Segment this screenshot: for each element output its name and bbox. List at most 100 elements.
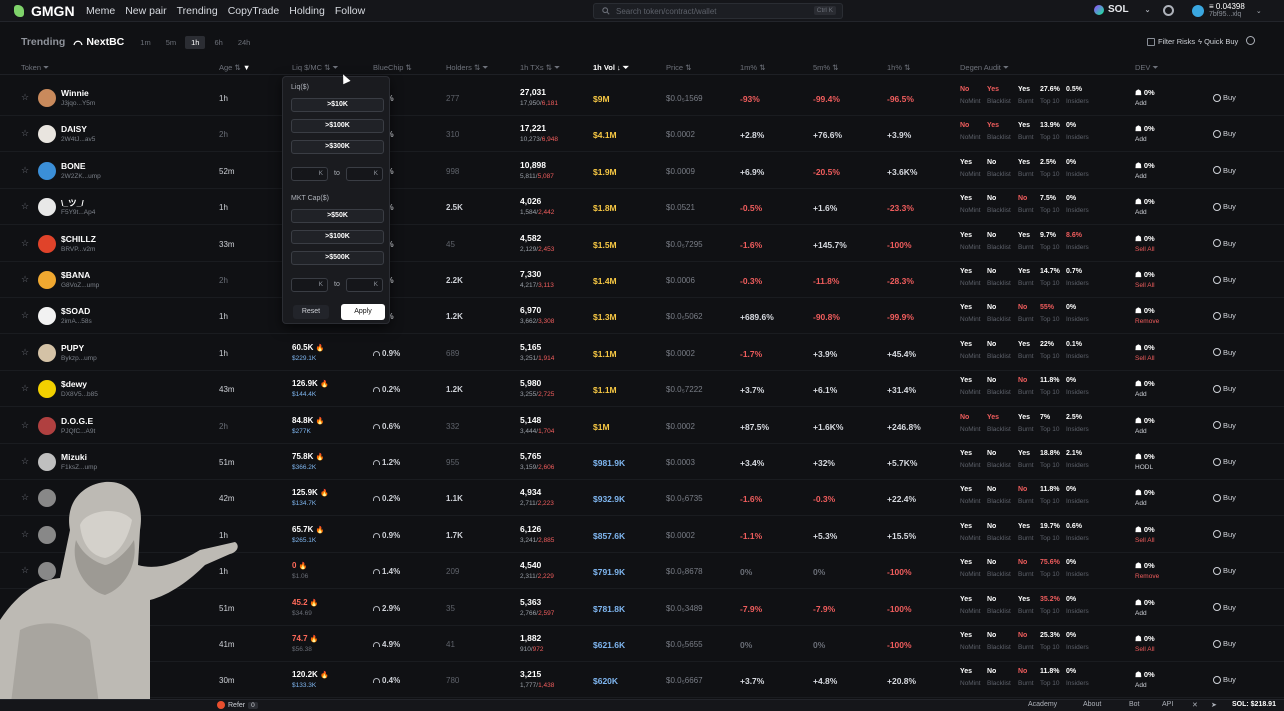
col-price[interactable]: Price ⇅ bbox=[666, 63, 691, 72]
chain-selector[interactable]: SOL ⌄ bbox=[1094, 4, 1150, 15]
token-avatar[interactable] bbox=[38, 234, 56, 253]
col-1m[interactable]: 1m% ⇅ bbox=[740, 63, 765, 72]
star-icon[interactable]: ☆ bbox=[21, 384, 29, 393]
mc-min-input[interactable]: K bbox=[291, 278, 328, 292]
sort-icon[interactable]: ⇅ bbox=[324, 63, 330, 72]
table-row[interactable]: ☆ Winnie J3jqo...Y5m 1h 4% 277 27,031 17… bbox=[0, 80, 1284, 116]
trending-title[interactable]: Trending bbox=[21, 36, 65, 48]
liq-option-100k[interactable]: >$100K bbox=[291, 119, 384, 133]
link-api[interactable]: API bbox=[1162, 701, 1173, 708]
buy-button[interactable]: Buy bbox=[1213, 275, 1236, 284]
twitter-x-icon[interactable]: ✕ bbox=[1192, 701, 1198, 709]
sort-icon[interactable]: ⇅ bbox=[234, 63, 240, 72]
token-name[interactable]: DAISY bbox=[61, 124, 87, 134]
buy-button[interactable]: Buy bbox=[1213, 530, 1236, 539]
checkbox-icon[interactable] bbox=[1147, 37, 1155, 46]
liq-option-10k[interactable]: >$10K bbox=[291, 98, 384, 112]
table-row[interactable]: ☆ DAISY 2W4tJ...av5 2h 3% 310 17,221 10,… bbox=[0, 116, 1284, 153]
token-avatar[interactable] bbox=[38, 307, 56, 326]
buy-button[interactable]: Buy bbox=[1213, 239, 1236, 248]
liq-option-300k[interactable]: >$300K bbox=[291, 140, 384, 154]
tab-nextbc[interactable]: NextBC bbox=[73, 36, 124, 48]
table-row[interactable]: ☆ D.O.G.E PJQfC...A9t 2h 84.8K 🔥 $277K 0… bbox=[0, 408, 1284, 444]
buy-button[interactable]: Buy bbox=[1213, 421, 1236, 430]
token-address[interactable]: J3jqo...Y5m bbox=[61, 100, 95, 107]
col-vol[interactable]: 1h Vol ↓ ⏷ bbox=[593, 63, 629, 73]
nav-follow[interactable]: Follow bbox=[335, 5, 365, 17]
filter-risks-toggle[interactable]: Filter Risks bbox=[1147, 37, 1195, 46]
col-token[interactable]: Token ⏷ bbox=[21, 63, 49, 73]
buy-button[interactable]: Buy bbox=[1213, 639, 1236, 648]
timeframe-5m[interactable]: 5m bbox=[160, 36, 182, 49]
settings-icon[interactable] bbox=[1246, 36, 1255, 45]
mc-option-100k[interactable]: >$100K bbox=[291, 230, 384, 244]
mc-option-500k[interactable]: >$500K bbox=[291, 251, 384, 265]
token-name[interactable]: $dewy bbox=[61, 379, 87, 389]
buy-button[interactable]: Buy bbox=[1213, 566, 1236, 575]
token-name[interactable]: D.O.G.E bbox=[61, 416, 93, 426]
token-avatar[interactable] bbox=[38, 89, 56, 107]
token-name[interactable]: Winnie bbox=[61, 88, 89, 98]
col-holders[interactable]: Holders ⇅ ⏷ bbox=[446, 63, 488, 73]
filter-icon[interactable]: ⏷ bbox=[482, 63, 488, 72]
col-liq-mc[interactable]: Liq $/MC ⇅ ⏷ bbox=[292, 63, 339, 73]
sort-icon[interactable]: ⇅ bbox=[832, 63, 838, 72]
buy-button[interactable]: Buy bbox=[1213, 129, 1236, 138]
token-address[interactable]: PJQfC...A9t bbox=[61, 428, 95, 435]
buy-button[interactable]: Buy bbox=[1213, 457, 1236, 466]
buy-button[interactable]: Buy bbox=[1213, 93, 1236, 102]
star-icon[interactable]: ☆ bbox=[21, 93, 29, 102]
star-icon[interactable]: ☆ bbox=[21, 311, 29, 320]
star-icon[interactable]: ☆ bbox=[21, 129, 29, 138]
table-row[interactable]: ☆ $CHILLZ BRVP...v2m 33m 2% 45 4,582 2,1… bbox=[0, 226, 1284, 262]
token-avatar[interactable] bbox=[38, 380, 56, 399]
buy-button[interactable]: Buy bbox=[1213, 384, 1236, 393]
quick-buy-button[interactable]: ϟ Quick Buy bbox=[1198, 37, 1238, 46]
mc-option-50k[interactable]: >$50K bbox=[291, 209, 384, 223]
table-row[interactable]: ☆ \_ツ_/ F5Y9t...Ap4 1h 0% 2.5K 4,026 1,5… bbox=[0, 189, 1284, 226]
token-avatar[interactable] bbox=[38, 198, 56, 217]
col-txs[interactable]: 1h TXs ⇅ ⏷ bbox=[520, 63, 560, 73]
col-1h[interactable]: 1h% ⇅ bbox=[887, 63, 910, 72]
timeframe-1h[interactable]: 1h bbox=[185, 35, 206, 49]
buy-button[interactable]: Buy bbox=[1213, 348, 1236, 357]
gear-icon[interactable] bbox=[1163, 5, 1174, 16]
timeframe-1m[interactable]: 1m bbox=[134, 36, 156, 49]
telegram-icon[interactable]: ➤ bbox=[1211, 701, 1217, 709]
buy-button[interactable]: Buy bbox=[1213, 493, 1236, 502]
token-address[interactable]: 2W2ZK...ump bbox=[61, 173, 101, 180]
liq-min-input[interactable]: K bbox=[291, 167, 328, 181]
token-name[interactable]: BONE bbox=[61, 161, 86, 171]
col-dev[interactable]: DEV ⏷ bbox=[1135, 63, 1159, 73]
nav-copytrade[interactable]: CopyTrade bbox=[228, 5, 280, 17]
buy-button[interactable]: Buy bbox=[1213, 166, 1236, 175]
wallet-menu[interactable]: ≡ 0.04398 7bf95...xlq ⌄ bbox=[1192, 2, 1262, 19]
token-name[interactable]: $SOAD bbox=[61, 306, 90, 316]
token-address[interactable]: Bykzp...ump bbox=[61, 355, 97, 362]
nav-meme[interactable]: Meme bbox=[86, 5, 115, 17]
buy-button[interactable]: Buy bbox=[1213, 675, 1236, 684]
star-icon[interactable]: ☆ bbox=[21, 347, 29, 356]
token-name[interactable]: Mizuki bbox=[61, 452, 87, 462]
token-avatar[interactable] bbox=[38, 453, 56, 471]
star-icon[interactable]: ☆ bbox=[21, 275, 29, 284]
search-input[interactable] bbox=[616, 6, 816, 16]
sort-icon[interactable]: ⇅ bbox=[759, 63, 765, 72]
link-academy[interactable]: Academy bbox=[1028, 701, 1057, 708]
table-row[interactable]: ☆ BONE 2W2ZK...ump 52m 3% 998 10,898 5,8… bbox=[0, 153, 1284, 189]
filter-icon[interactable]: ⏷ bbox=[43, 63, 49, 72]
sort-icon[interactable]: ⇅ bbox=[406, 63, 412, 72]
link-bot[interactable]: Bot bbox=[1129, 701, 1140, 708]
brand-logo[interactable]: GMGN bbox=[0, 3, 82, 19]
token-avatar[interactable] bbox=[38, 271, 56, 289]
table-row[interactable]: ☆ $dewy DX8V5...b85 43m 126.9K 🔥 $144.4K… bbox=[0, 371, 1284, 408]
col-audit[interactable]: Degen Audit ⏷ bbox=[960, 63, 1009, 73]
token-avatar[interactable] bbox=[38, 161, 56, 180]
filter-icon[interactable]: ⏷ bbox=[1153, 63, 1159, 72]
timeframe-24h[interactable]: 24h bbox=[232, 36, 257, 49]
token-name[interactable]: $BANA bbox=[61, 270, 90, 280]
reset-button[interactable]: Reset bbox=[293, 305, 329, 319]
filter-icon[interactable]: ⏷ bbox=[333, 63, 339, 72]
refer-button[interactable]: Refer 0 bbox=[217, 701, 258, 709]
token-avatar[interactable] bbox=[38, 343, 56, 362]
